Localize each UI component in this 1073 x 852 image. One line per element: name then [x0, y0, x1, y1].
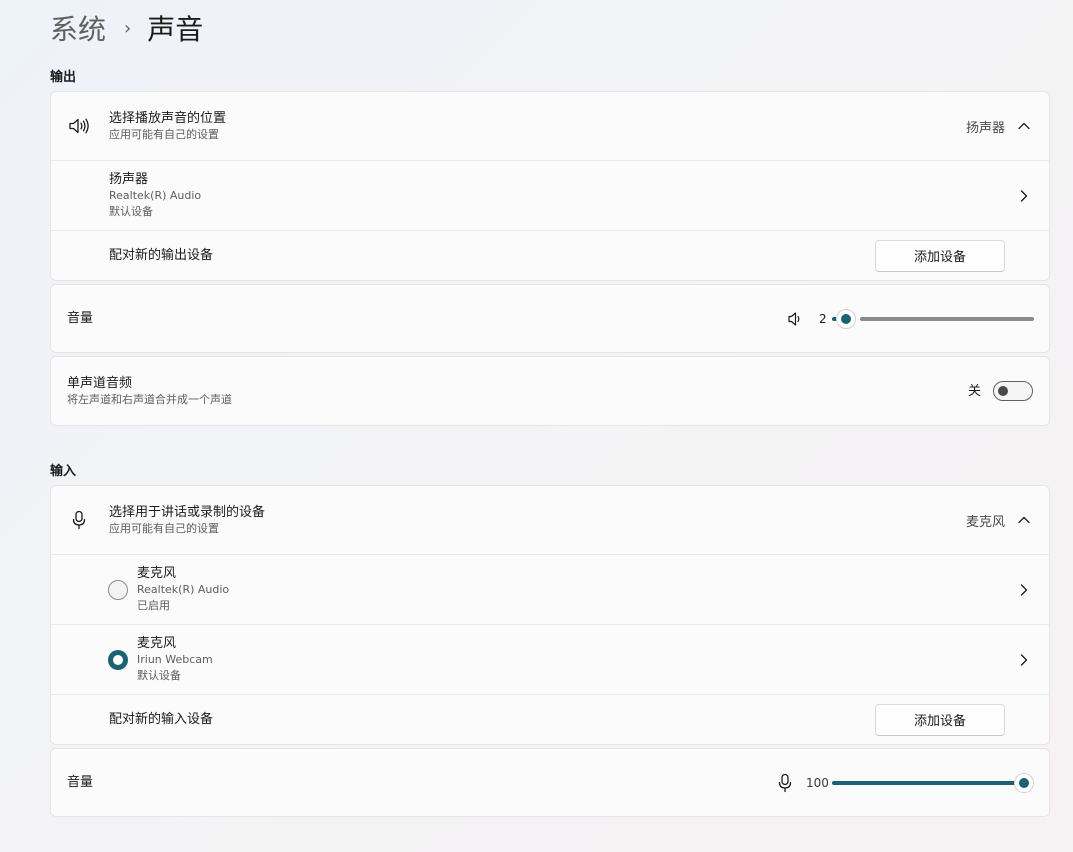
input-choose-row[interactable]: 选择用于讲话或录制的设备 应用可能有自己的设置 麦克风: [51, 486, 1049, 554]
input-choose-subtitle: 应用可能有自己的设置: [109, 521, 219, 535]
input-pair-label: 配对新的输入设备: [109, 712, 214, 727]
output-pair-row: 配对新的输出设备 添加设备: [51, 230, 1049, 280]
input-device-text: 麦克风 Realtek(R) Audio 已启用: [137, 565, 229, 614]
output-volume-thumb[interactable]: [835, 309, 856, 329]
input-device-row[interactable]: 麦克风 Realtek(R) Audio 已启用: [51, 554, 1049, 624]
input-device-driver: Realtek(R) Audio: [137, 583, 230, 596]
mono-audio-row: 单声道音频 将左声道和右声道合并成一个声道 关: [51, 357, 1049, 425]
input-device-status: 已启用: [137, 599, 170, 612]
add-output-device-button[interactable]: 添加设备: [875, 239, 1005, 272]
output-pair-label: 配对新的输出设备: [109, 248, 214, 263]
input-volume-thumb[interactable]: [1014, 773, 1034, 793]
output-device-card: 选择播放声音的位置 应用可能有自己的设置 扬声器 扬声器 Realtek(R) …: [50, 91, 1050, 281]
breadcrumb: 系统 › 声音: [50, 8, 203, 48]
output-volume-label: 音量: [67, 311, 94, 326]
output-choose-row[interactable]: 选择播放声音的位置 应用可能有自己的设置 扬声器: [51, 92, 1049, 160]
page-title: 声音: [147, 13, 204, 46]
output-choose-text: 选择播放声音的位置 应用可能有自己的设置: [109, 110, 226, 143]
input-device-radio-selected[interactable]: [108, 649, 128, 670]
output-volume-row: 音量 2: [51, 285, 1049, 352]
add-input-device-button[interactable]: 添加设备: [875, 703, 1005, 736]
mono-audio-card: 单声道音频 将左声道和右声道合并成一个声道 关: [50, 356, 1050, 426]
input-volume-card: 音量 100: [50, 748, 1050, 817]
toggle-knob: [998, 386, 1008, 396]
input-section-title: 输入: [50, 464, 77, 479]
input-device-status: 默认设备: [137, 669, 181, 682]
chevron-right-icon[interactable]: [1016, 652, 1032, 668]
breadcrumb-chevron-icon: ›: [124, 17, 132, 39]
mono-audio-subtitle: 将左声道和右声道合并成一个声道: [67, 392, 232, 406]
output-volume-card: 音量 2: [50, 284, 1050, 353]
input-device-card: 选择用于讲话或录制的设备 应用可能有自己的设置 麦克风 麦克风 Realtek(…: [50, 485, 1050, 745]
input-device-driver: Iriun Webcam: [137, 653, 213, 666]
input-choose-text: 选择用于讲话或录制的设备 应用可能有自己的设置: [109, 504, 265, 537]
input-pair-row: 配对新的输入设备 添加设备: [51, 694, 1049, 744]
output-section-title: 输出: [50, 70, 77, 85]
output-device-text: 扬声器 Realtek(R) Audio 默认设备: [109, 171, 201, 220]
input-volume-slider[interactable]: [832, 773, 1035, 793]
input-volume-value: 100: [806, 775, 829, 790]
output-volume-slider[interactable]: [832, 309, 1035, 329]
chevron-right-icon[interactable]: [1016, 582, 1032, 598]
mono-audio-text: 单声道音频 将左声道和右声道合并成一个声道: [67, 375, 232, 408]
output-selected-device: 扬声器: [965, 120, 1005, 136]
output-choose-title: 选择播放声音的位置: [109, 110, 227, 126]
mono-audio-toggle[interactable]: [993, 381, 1033, 401]
microphone-icon: [68, 509, 90, 531]
input-volume-label: 音量: [67, 775, 94, 790]
output-device-status: 默认设备: [109, 205, 153, 218]
output-device-row[interactable]: 扬声器 Realtek(R) Audio 默认设备: [51, 160, 1049, 230]
chevron-up-icon[interactable]: [1016, 118, 1032, 134]
output-device-name: 扬声器: [109, 172, 149, 187]
input-device-text: 麦克风 Iriun Webcam 默认设备: [137, 635, 213, 684]
chevron-up-icon[interactable]: [1016, 512, 1032, 528]
speaker-icon: [68, 115, 90, 137]
output-choose-subtitle: 应用可能有自己的设置: [109, 127, 219, 141]
input-choose-title: 选择用于讲话或录制的设备: [109, 504, 266, 520]
input-device-name: 麦克风: [137, 566, 177, 581]
input-device-name: 麦克风: [137, 636, 177, 651]
input-device-radio[interactable]: [108, 579, 128, 600]
input-selected-device: 麦克风: [965, 514, 1005, 530]
microphone-mute-toggle-icon[interactable]: [774, 772, 796, 794]
breadcrumb-system-link[interactable]: 系统: [50, 8, 106, 48]
input-device-row[interactable]: 麦克风 Iriun Webcam 默认设备: [51, 624, 1049, 694]
chevron-right-icon[interactable]: [1016, 188, 1032, 204]
output-volume-track: [859, 317, 1034, 321]
mono-audio-title: 单声道音频: [67, 375, 133, 391]
speaker-mute-toggle-icon[interactable]: [784, 308, 806, 330]
input-volume-row: 音量 100: [51, 749, 1049, 816]
output-device-driver: Realtek(R) Audio: [109, 189, 202, 202]
output-volume-value: 2: [819, 311, 827, 326]
mono-audio-state: 关: [967, 383, 981, 399]
input-volume-fill: [832, 781, 1020, 785]
